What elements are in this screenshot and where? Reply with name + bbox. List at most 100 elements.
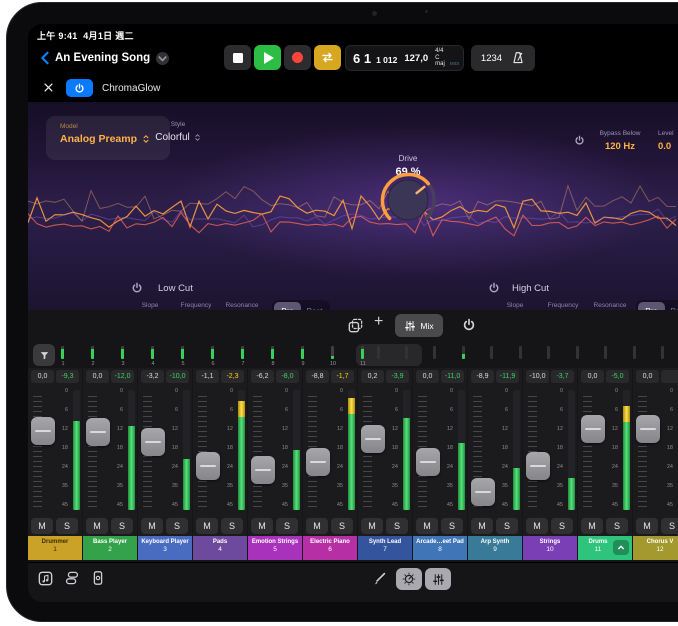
plugin-power-button[interactable] [66, 79, 93, 97]
fader-handle[interactable] [251, 456, 275, 484]
pan-value[interactable]: 0,0 [86, 370, 109, 383]
solo-button[interactable]: S [276, 518, 298, 534]
volume-value[interactable]: -8,0 [276, 370, 299, 383]
track-tab[interactable]: Arp Synth9 [468, 536, 522, 560]
mute-button[interactable]: M [636, 518, 658, 534]
solo-button[interactable]: S [606, 518, 628, 534]
mute-button[interactable]: M [196, 518, 218, 534]
level-control[interactable]: Level 0.0 [658, 130, 678, 152]
mute-button[interactable]: M [251, 518, 273, 534]
solo-button[interactable]: S [111, 518, 133, 534]
pan-value[interactable]: -8,8 [306, 370, 329, 383]
play-button[interactable] [254, 45, 281, 70]
volume-value[interactable]: -3,9 [386, 370, 409, 383]
stop-button[interactable] [224, 45, 251, 70]
volume-value[interactable] [661, 370, 678, 383]
volume-value[interactable]: -12,0 [111, 370, 134, 383]
fader-handle[interactable] [581, 415, 605, 443]
volume-value[interactable]: -5,0 [606, 370, 629, 383]
track-tab[interactable]: Drums11 [578, 536, 632, 560]
loop-browser-icon[interactable] [37, 570, 54, 587]
fader-handle[interactable] [361, 425, 385, 453]
fader-handle[interactable] [86, 418, 110, 446]
mixer-view-button[interactable] [425, 568, 451, 590]
pan-value[interactable]: -6,2 [251, 370, 274, 383]
solo-button[interactable]: S [331, 518, 353, 534]
device-icon[interactable] [90, 570, 106, 586]
song-title-menu[interactable]: An Evening Song [55, 47, 169, 69]
pan-value[interactable]: 0,2 [361, 370, 384, 383]
track-tab[interactable]: Strings10 [523, 536, 577, 560]
fader-handle[interactable] [526, 452, 550, 480]
fader-handle[interactable] [141, 428, 165, 456]
low-cut-power-icon[interactable] [131, 282, 143, 294]
metronome-button[interactable] [511, 51, 525, 65]
volume-value[interactable]: -2,3 [221, 370, 244, 383]
power-button[interactable] [462, 318, 476, 332]
mute-button[interactable]: M [361, 518, 383, 534]
mute-button[interactable]: M [471, 518, 493, 534]
track-tab[interactable]: Keyboard Player3 [138, 536, 192, 560]
fader-handle[interactable] [306, 448, 330, 476]
fader-handle[interactable] [416, 448, 440, 476]
duplicate-icon-button[interactable] [347, 317, 364, 334]
track-tab[interactable]: Pads4 [193, 536, 247, 560]
bypass-below-control[interactable]: Bypass Below 120 Hz [588, 130, 652, 152]
controls-view-button[interactable] [396, 568, 422, 590]
solo-button[interactable]: S [386, 518, 408, 534]
pan-value[interactable]: 0,0 [416, 370, 439, 383]
pan-value[interactable]: -10,0 [526, 370, 549, 383]
add-button[interactable]: + [374, 313, 383, 331]
volume-value[interactable]: -11,9 [496, 370, 519, 383]
cycle-button[interactable] [314, 45, 341, 70]
lcd-display[interactable]: 6 1 1 012 127,0 4/4 C maj MIDI [345, 45, 464, 71]
mute-button[interactable]: M [526, 518, 548, 534]
fader-handle[interactable] [471, 478, 495, 506]
pan-value[interactable]: 0,0 [31, 370, 54, 383]
record-button[interactable] [284, 45, 311, 70]
volume-value[interactable]: -3,7 [551, 370, 574, 383]
mute-button[interactable]: M [141, 518, 163, 534]
track-tab[interactable]: Bass Player2 [83, 536, 137, 560]
fader-handle[interactable] [196, 452, 220, 480]
filter-button[interactable] [33, 344, 55, 366]
plugins-icon[interactable] [64, 570, 80, 586]
drive-knob[interactable] [376, 168, 440, 232]
bypass-power-icon[interactable] [574, 135, 585, 146]
solo-button[interactable]: S [221, 518, 243, 534]
close-icon[interactable] [43, 82, 54, 93]
count-in-button[interactable]: 1234 [481, 53, 502, 64]
fader-handle[interactable] [31, 417, 55, 445]
high-cut-power-icon[interactable] [488, 282, 500, 294]
track-tab[interactable]: Electric Piano6 [303, 536, 357, 560]
mute-button[interactable]: M [31, 518, 53, 534]
collapse-stack-button[interactable] [613, 540, 629, 555]
back-chevron-icon[interactable] [39, 51, 50, 65]
solo-button[interactable]: S [441, 518, 463, 534]
mute-button[interactable]: M [416, 518, 438, 534]
fader-handle[interactable] [636, 415, 660, 443]
volume-value[interactable]: -1,7 [331, 370, 354, 383]
volume-value[interactable]: -9,3 [56, 370, 79, 383]
solo-button[interactable]: S [496, 518, 518, 534]
track-tab[interactable]: Drummer1 [28, 536, 82, 560]
track-tab[interactable]: Emotion Strings5 [248, 536, 302, 560]
mute-button[interactable]: M [86, 518, 108, 534]
solo-button[interactable]: S [166, 518, 188, 534]
volume-value[interactable]: -11,0 [441, 370, 464, 383]
style-selector[interactable]: Style Colorful [138, 121, 218, 143]
pan-value[interactable]: 0,0 [636, 370, 659, 383]
track-tab[interactable]: Chorus V12 [633, 536, 678, 560]
mix-view-button[interactable]: Mix [395, 314, 443, 337]
solo-button[interactable]: S [551, 518, 573, 534]
mute-button[interactable]: M [581, 518, 603, 534]
pan-value[interactable]: -3,2 [141, 370, 164, 383]
track-tab[interactable]: Arcade…eet Pad8 [413, 536, 467, 560]
pan-value[interactable]: -1,1 [196, 370, 219, 383]
track-tab[interactable]: Synth Lead7 [358, 536, 412, 560]
pan-value[interactable]: 0,0 [581, 370, 604, 383]
solo-button[interactable]: S [661, 518, 678, 534]
mute-button[interactable]: M [306, 518, 328, 534]
volume-value[interactable]: -10,0 [166, 370, 189, 383]
solo-button[interactable]: S [56, 518, 78, 534]
